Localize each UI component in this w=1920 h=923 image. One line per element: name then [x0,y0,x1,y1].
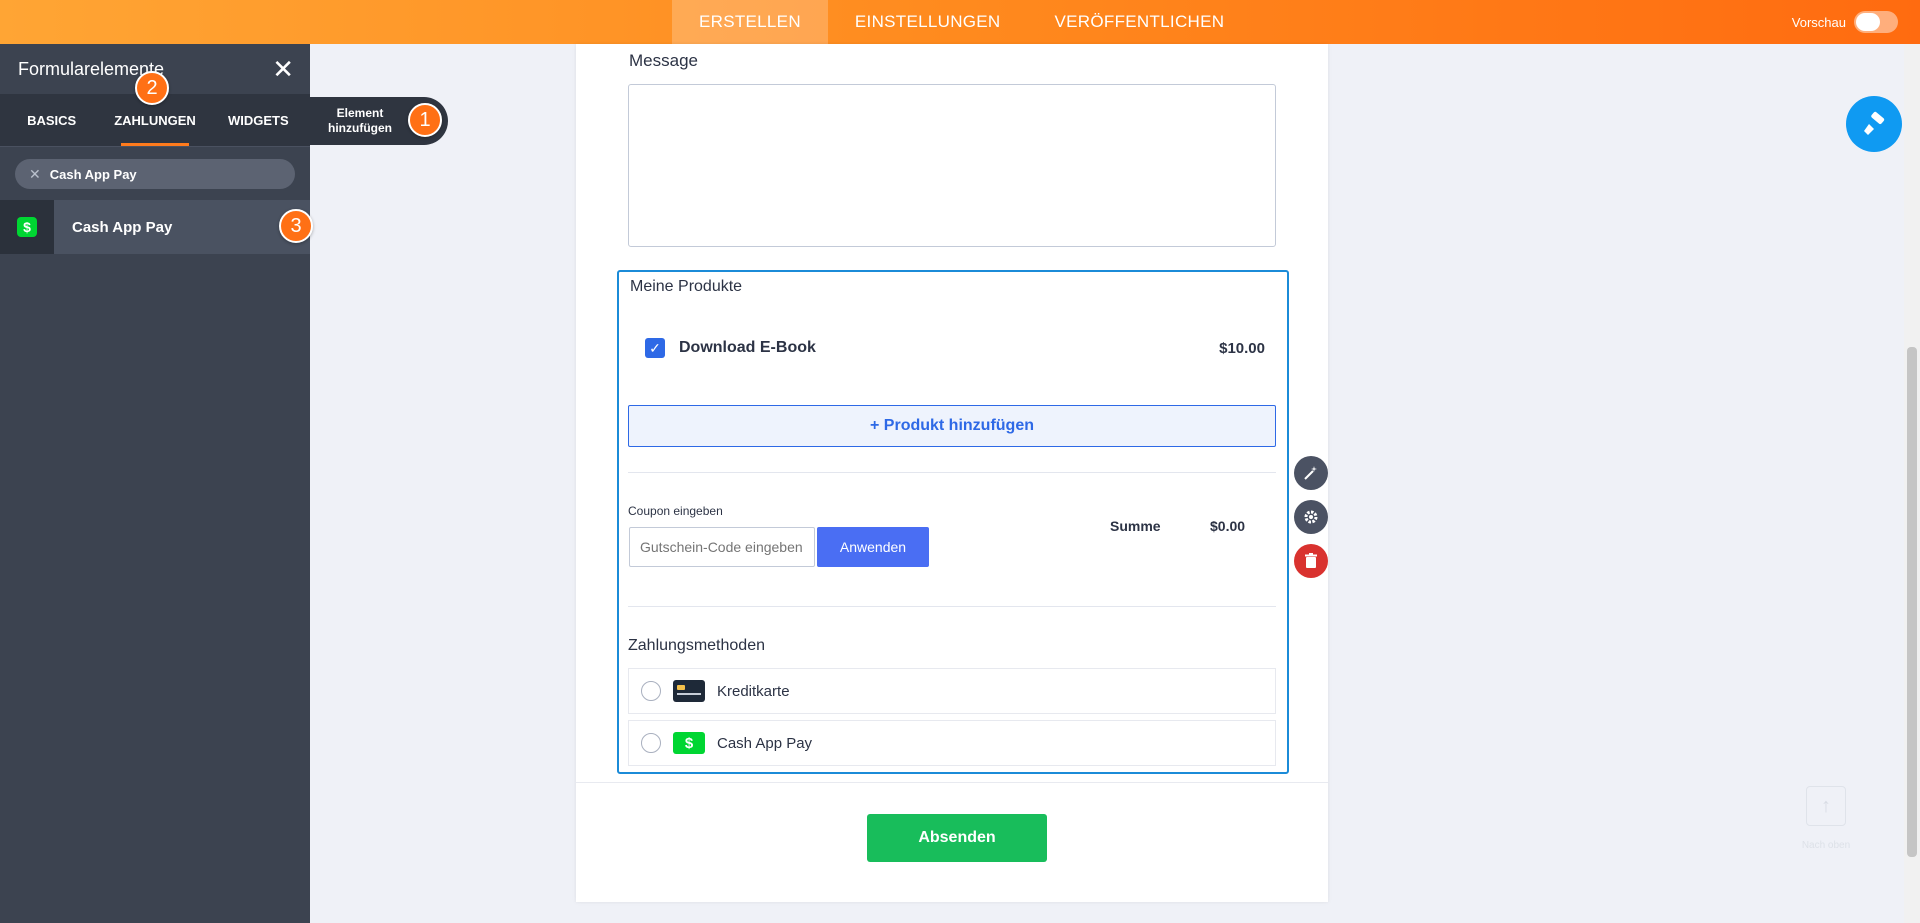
submit-button[interactable]: Absenden [867,814,1047,862]
trash-icon[interactable] [1294,544,1328,578]
message-textarea[interactable] [628,84,1276,247]
credit-card-icon [673,680,705,702]
products-title: Meine Produkte [630,278,743,295]
product-name: Download E-Book [679,339,816,356]
form-footer-divider [576,782,1328,783]
tooltip-line-1: Element [336,106,384,120]
element-item-cash-app-pay[interactable]: $ Cash App Pay [0,200,310,254]
preview-label: Vorschau [1791,14,1846,30]
tab-basics[interactable]: BASICS [0,94,103,146]
page-scrollbar[interactable] [1904,44,1920,923]
add-product-button[interactable]: + Produkt hinzufügen [628,405,1276,447]
tab-erstellen[interactable]: ERSTELLEN [672,0,828,44]
element-toolbar [1294,456,1328,588]
payment-option-kreditkarte[interactable]: Kreditkarte [628,668,1276,714]
product-row: ✓ Download E-Book $10.00 [645,336,1265,360]
products-widget[interactable]: Meine Produkte ✓ Download E-Book $10.00 … [617,270,1289,774]
radio-button[interactable] [641,681,661,701]
builder-tabs: ERSTELLEN EINSTELLUNGEN VERÖFFENTLICHEN [672,0,1251,44]
step-badge-1: 1 [408,103,442,137]
product-checkbox[interactable]: ✓ [645,338,665,358]
tooltip-line-2: hinzufügen [328,121,392,135]
gear-icon[interactable] [1294,500,1328,534]
clear-search-icon[interactable]: ✕ [29,166,41,183]
radio-button[interactable] [641,733,661,753]
form-designer-button[interactable] [1846,96,1902,152]
divider [628,472,1276,473]
divider [628,606,1276,607]
preview-toggle-group: Vorschau [1792,0,1898,44]
cash-app-icon: $ [0,200,54,254]
search-value: Cash App Pay [49,166,137,182]
payment-option-label: Cash App Pay [717,734,813,752]
step-badge-2: 2 [135,71,169,105]
sum-label: Summe [1110,518,1161,534]
arrow-up-icon: ↑ [1821,794,1831,817]
tab-veroeffentlichen[interactable]: VERÖFFENTLICHEN [1028,0,1252,44]
top-bar: ERSTELLEN EINSTELLUNGEN VERÖFFENTLICHEN … [0,0,1920,44]
payment-option-label: Kreditkarte [717,682,790,700]
scrollbar-thumb[interactable] [1907,347,1917,857]
cash-app-icon: $ [673,732,705,754]
paint-roller-icon [1864,111,1885,135]
apply-coupon-button[interactable]: Anwenden [817,527,929,567]
tab-einstellungen[interactable]: EINSTELLUNGEN [828,0,1028,44]
form-elements-panel: Formularelemente ✕ BASICS ZAHLUNGEN WIDG… [0,44,310,923]
coupon-input[interactable] [629,527,815,567]
payment-methods-title: Zahlungsmethoden [628,637,765,654]
element-search-input[interactable]: ✕ Cash App Pay [15,159,295,189]
coupon-label: Coupon eingeben [628,504,723,518]
close-icon[interactable]: ✕ [272,56,294,82]
element-item-label: Cash App Pay [72,218,173,236]
message-label: Message [629,51,698,70]
tab-widgets[interactable]: WIDGETS [207,94,310,146]
payment-option-cash-app-pay[interactable]: $ Cash App Pay [628,720,1276,766]
form-canvas: Message Meine Produkte ✓ Download E-Book… [576,44,1328,902]
scroll-to-top-label: Nach oben [1801,840,1851,851]
product-price: $10.00 [1219,339,1265,357]
step-badge-3: 3 [279,209,313,243]
preview-toggle[interactable] [1854,11,1898,33]
magic-wand-icon[interactable] [1294,456,1328,490]
sum-value: $0.00 [1210,518,1246,534]
scroll-to-top-button[interactable]: ↑ [1806,786,1846,826]
